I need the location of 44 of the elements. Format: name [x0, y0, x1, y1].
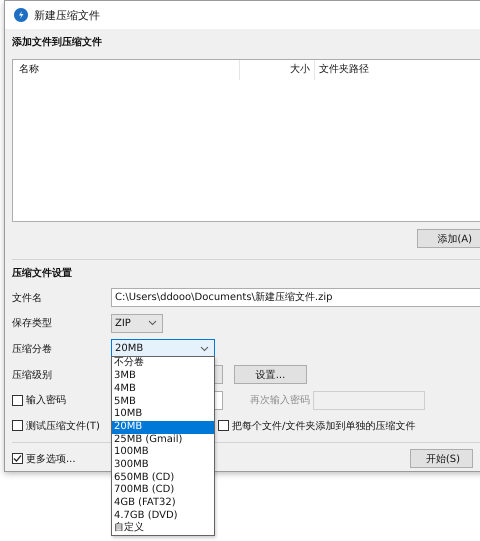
split-option[interactable]: 4MB [112, 382, 214, 396]
test-label: 测试压缩文件(T) [26, 420, 100, 433]
more-options-label: 更多选项... [26, 452, 76, 466]
split-option[interactable]: 5MB [112, 396, 214, 408]
repeat-password-field[interactable] [313, 390, 425, 410]
test-checkbox[interactable] [12, 420, 23, 432]
section-heading: 压缩文件设置 [12, 266, 73, 281]
column-header[interactable]: 名称 [13, 60, 240, 80]
more-options-checkbox[interactable] [12, 453, 23, 464]
filename-field[interactable]: C:\Users\ddooo\Documents\新建压缩文件.zip [111, 288, 480, 308]
split-option[interactable]: 650MB (CD) [112, 472, 214, 484]
app-icon [14, 8, 28, 22]
separate-checkbox[interactable] [218, 420, 229, 432]
split-option[interactable]: 4GB (FAT32) [112, 497, 214, 510]
start-button[interactable]: 开始(S) [410, 449, 473, 468]
column-header[interactable]: 大小 [240, 60, 315, 80]
password-checkbox[interactable] [12, 394, 23, 406]
split-select[interactable]: 20MB [111, 339, 215, 358]
split-option[interactable]: 3MB [112, 370, 214, 383]
chevron-icon [148, 320, 157, 326]
split-option[interactable]: 25MB (Gmail) [112, 434, 214, 446]
column-header[interactable]: 文件夹路径 [315, 60, 369, 80]
type-select[interactable]: ZIP [111, 314, 163, 333]
split-option[interactable]: 不分卷 [112, 357, 214, 370]
type-label: 保存类型 [12, 316, 53, 330]
split-option[interactable]: 300MB [112, 458, 214, 472]
file-list[interactable]: 名称 大小 文件夹路径 [12, 59, 480, 222]
split-option[interactable]: 10MB [112, 408, 214, 421]
add-button[interactable]: 添加(A) [417, 229, 480, 248]
section-heading: 添加文件到压缩文件 [12, 36, 103, 50]
settings-button[interactable]: 设置... [234, 365, 307, 384]
repeat-password-label: 再次输入密码 [250, 394, 311, 408]
password-label: 输入密码 [26, 394, 66, 408]
split-option[interactable]: 700MB (CD) [112, 484, 214, 498]
level-label: 压缩级别 [12, 368, 53, 382]
split-option[interactable]: 4.7GB (DVD) [112, 510, 214, 522]
filename-label: 文件名 [12, 292, 43, 305]
split-option[interactable]: 20MB [112, 420, 214, 434]
chevron-icon [200, 346, 209, 352]
split-option[interactable]: 自定义 [112, 522, 214, 536]
split-label: 压缩分卷 [12, 342, 53, 356]
window-title: 新建压缩文件 [34, 8, 100, 22]
separate-label: 把每个文件/文件夹添加到单独的压缩文件 [232, 420, 416, 433]
split-option[interactable]: 100MB [112, 446, 214, 459]
